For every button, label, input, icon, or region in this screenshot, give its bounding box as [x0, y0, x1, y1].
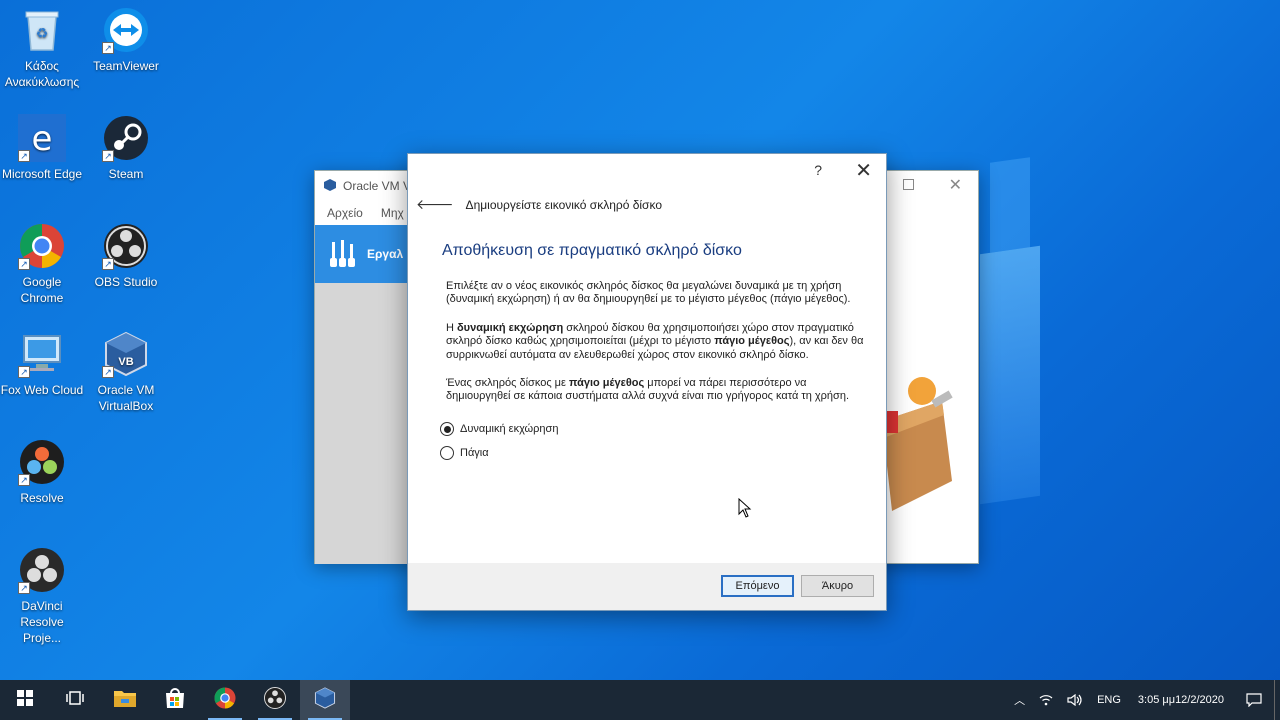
menu-machine[interactable]: Μηχ	[381, 206, 404, 220]
desktop-icon-obs[interactable]: ↗ OBS Studio	[84, 222, 168, 290]
fox-web-cloud-icon: ↗	[18, 330, 66, 378]
desktop-icon-fox-web-cloud[interactable]: ↗ Fox Web Cloud	[0, 330, 84, 398]
desktop-icon-virtualbox[interactable]: VB ↗ Oracle VM VirtualBox	[84, 330, 168, 414]
maximize-icon[interactable]	[903, 179, 914, 190]
desktop-icon-label: Κάδος Ανακύκλωσης	[4, 59, 80, 89]
clock[interactable]: 3:05 μμ 12/2/2020	[1128, 680, 1234, 720]
virtualbox-icon	[323, 178, 337, 195]
page-heading: Αποθήκευση σε πραγματικό σκληρό δίσκο	[442, 242, 742, 259]
dialog-description: Επιλέξτε αν ο νέος εικονικός σκληρός δίσ…	[446, 280, 872, 419]
obs-icon	[264, 686, 286, 714]
dialog-header: 🡐 Δημιουργείστε εικονικό σκληρό δίσκο	[416, 196, 662, 213]
clock-time: 3:05 μμ	[1137, 693, 1176, 706]
file-explorer-icon	[114, 689, 136, 712]
wallpaper-light	[980, 245, 1040, 505]
wifi-icon[interactable]	[1032, 680, 1060, 720]
radio-button[interactable]	[440, 446, 454, 460]
language-indicator[interactable]: ENG	[1090, 680, 1128, 720]
desktop-icon-label: Fox Web Cloud	[0, 383, 84, 397]
davinci-project-icon: ↗	[18, 546, 66, 594]
steam-icon: ↗	[102, 114, 150, 162]
volume-icon[interactable]	[1060, 680, 1090, 720]
desktop-icon-label: Oracle VM VirtualBox	[97, 383, 155, 413]
chrome-icon	[214, 686, 236, 714]
notification-icon[interactable]	[1234, 680, 1274, 720]
storage-type-options: Δυναμική εκχώρηση Πάγια	[440, 417, 558, 465]
dialog-title: Δημιουργείστε εικονικό σκληρό δίσκο	[465, 197, 662, 212]
desktop-icon-teamviewer[interactable]: ↗ TeamViewer	[84, 6, 168, 74]
taskbar-obs[interactable]	[250, 680, 300, 720]
create-virtual-disk-dialog[interactable]: ? ✕ 🡐 Δημιουργείστε εικονικό σκληρό δίσκ…	[407, 153, 887, 611]
svg-text:♻: ♻	[36, 25, 49, 41]
radio-label: Δυναμική εκχώρηση	[460, 423, 559, 435]
taskbar-store[interactable]	[150, 680, 200, 720]
obs-icon: ↗	[102, 222, 150, 270]
wallpaper-light	[990, 157, 1030, 253]
tools-icon	[329, 238, 357, 271]
desktop-icon-label: Google Chrome	[20, 275, 64, 305]
recycle-bin-icon: ♻	[18, 6, 66, 54]
mouse-cursor-icon	[738, 497, 752, 523]
clock-date: 12/2/2020	[1175, 693, 1224, 706]
desktop-icon-label: OBS Studio	[94, 275, 158, 289]
desktop-icon-edge[interactable]: e ↗ Microsoft Edge	[0, 114, 84, 182]
desktop-icon-label: Resolve	[20, 491, 64, 505]
description-paragraph: Η δυναμική εκχώρηση σκληρού δίσκου θα χρ…	[446, 321, 864, 361]
help-button[interactable]: ?	[814, 162, 822, 178]
menu-file[interactable]: Αρχείο	[327, 206, 363, 220]
radio-fixed-size[interactable]: Πάγια	[440, 441, 558, 465]
back-arrow-icon[interactable]: 🡐	[416, 196, 454, 213]
teamviewer-icon: ↗	[102, 6, 150, 54]
description-paragraph: Επιλέξτε αν ο νέος εικονικός σκληρός δίσ…	[446, 280, 851, 306]
desktop-icon-label: DaVinci Resolve Proje...	[20, 599, 64, 645]
desktop-icon-recycle-bin[interactable]: ♻ Κάδος Ανακύκλωσης	[0, 6, 84, 90]
radio-label: Πάγια	[460, 447, 489, 459]
taskbar-virtualbox[interactable]	[300, 680, 350, 720]
desktop-icon-resolve[interactable]: ↗ Resolve	[0, 438, 84, 506]
desktop-icon-label: Microsoft Edge	[1, 167, 83, 181]
start-icon	[17, 689, 33, 711]
next-button[interactable]: Επόμενο	[721, 575, 794, 597]
store-icon	[164, 687, 186, 713]
desktop-icon-steam[interactable]: ↗ Steam	[84, 114, 168, 182]
cancel-button[interactable]: Άκυρο	[801, 575, 874, 597]
virtualbox-icon: VB ↗	[102, 330, 150, 378]
system-tray: ︿ ENG 3:05 μμ 12/2/2020	[1007, 680, 1280, 720]
chevron-up-icon[interactable]: ︿	[1007, 680, 1032, 720]
desktop-icon-davinci-project[interactable]: ↗ DaVinci Resolve Proje...	[0, 546, 84, 646]
virtualbox-icon	[314, 686, 336, 714]
close-icon[interactable]: ✕	[949, 175, 962, 195]
toolbox-illustration-icon	[882, 371, 953, 511]
taskbar: ︿ ENG 3:05 μμ 12/2/2020	[0, 680, 1280, 720]
sidebar-item-tools[interactable]: Εργαλ	[315, 225, 409, 283]
tools-label: Εργαλ	[367, 247, 404, 261]
taskbar-file-explorer[interactable]	[100, 680, 150, 720]
description-paragraph: Ένας σκληρός δίσκος με πάγιο μέγεθος μπο…	[446, 377, 849, 403]
svg-text:e: e	[32, 119, 53, 159]
task-view-icon	[66, 690, 84, 711]
desktop-icon-label: TeamViewer	[93, 59, 159, 73]
task-view-button[interactable]	[50, 680, 100, 720]
resolve-icon: ↗	[18, 438, 66, 486]
svg-text:VB: VB	[118, 356, 133, 368]
radio-dynamic-allocation[interactable]: Δυναμική εκχώρηση	[440, 417, 558, 441]
bg-window-title: Oracle VM V	[343, 179, 412, 193]
desktop-icon-label: Steam	[108, 167, 144, 181]
desktop-icon-chrome[interactable]: ↗ Google Chrome	[0, 222, 84, 306]
start-button[interactable]	[0, 680, 50, 720]
close-icon[interactable]: ✕	[855, 158, 872, 183]
chrome-icon: ↗	[18, 222, 66, 270]
edge-icon: e ↗	[18, 114, 66, 162]
show-desktop-button[interactable]	[1274, 680, 1280, 720]
radio-button-selected[interactable]	[440, 422, 454, 436]
dialog-footer: Επόμενο Άκυρο	[408, 563, 886, 610]
taskbar-chrome[interactable]	[200, 680, 250, 720]
